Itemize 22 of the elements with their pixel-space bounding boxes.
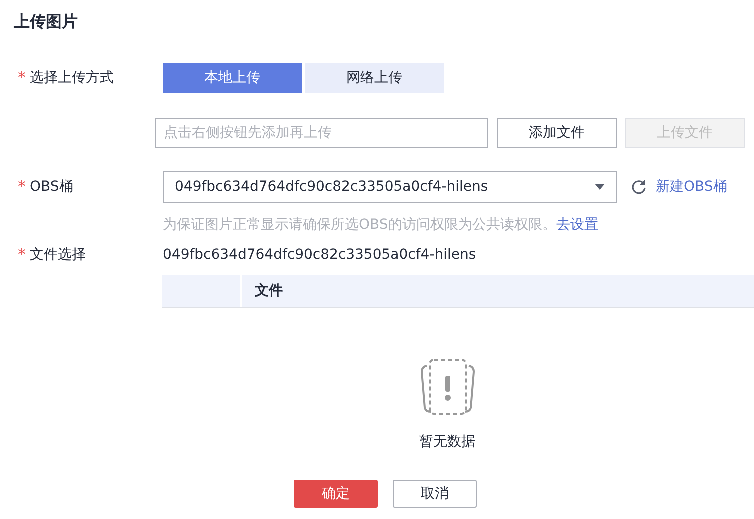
create-bucket-link[interactable]: 新建OBS桶 bbox=[656, 176, 728, 198]
refresh-icon[interactable] bbox=[631, 179, 647, 195]
confirm-button[interactable]: 确定 bbox=[294, 480, 378, 508]
bucket-select[interactable]: 049fbc634d764dfc90c82c33505a0cf4-hilens bbox=[163, 171, 617, 203]
required-asterisk: * bbox=[18, 247, 26, 263]
field-label: 选择上传方式 bbox=[30, 68, 114, 88]
hint-text: 为保证图片正常显示请确保所选OBS的访问权限为公共读权限。 bbox=[163, 216, 556, 234]
caret-icon bbox=[595, 184, 605, 190]
add-file-button[interactable]: 添加文件 bbox=[497, 118, 617, 148]
field-label: 文件选择 bbox=[30, 246, 86, 264]
column-header: 文件 bbox=[254, 282, 284, 300]
section-title: 上传图片 bbox=[14, 11, 79, 33]
settings-link[interactable]: 去设置 bbox=[556, 214, 598, 236]
required-asterisk: * bbox=[18, 179, 26, 195]
required-asterisk: * bbox=[18, 70, 26, 86]
upload-method-tab[interactable]: 本地上传 bbox=[163, 63, 302, 93]
bucket-path-text: 049fbc634d764dfc90c82c33505a0cf4-hilens bbox=[163, 246, 476, 264]
empty-state-text: 暂无数据 bbox=[420, 433, 476, 452]
field-label: OBS桶 bbox=[30, 178, 74, 196]
upload-method-tab[interactable]: 网络上传 bbox=[305, 63, 444, 93]
file-path-field[interactable]: 点击右侧按钮先添加再上传 bbox=[155, 118, 488, 148]
cancel-button[interactable]: 取消 bbox=[393, 480, 477, 508]
